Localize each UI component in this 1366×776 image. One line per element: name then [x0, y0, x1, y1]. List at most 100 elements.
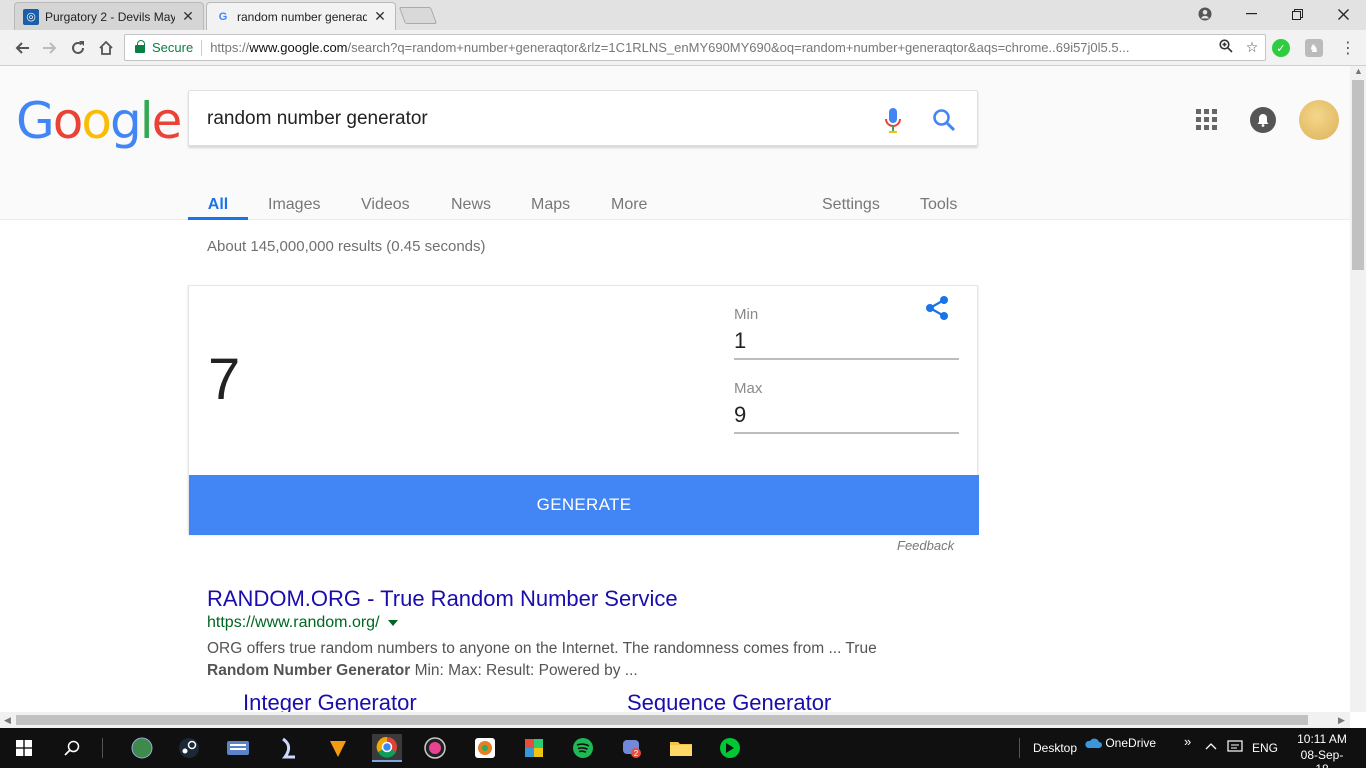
forward-button[interactable] — [36, 34, 64, 62]
new-tab-button[interactable] — [398, 7, 438, 24]
onedrive-tray[interactable]: OneDrive — [1084, 736, 1156, 750]
google-logo[interactable]: Google — [16, 92, 183, 150]
generate-button[interactable]: GENERATE — [189, 475, 979, 535]
google-favicon-icon: G — [218, 10, 228, 23]
random-number-generator-card: 7 Min 1 Max 9 GENERATE — [188, 285, 979, 535]
settings-link[interactable]: Settings — [822, 180, 880, 220]
keyboard-app-icon[interactable] — [224, 734, 252, 762]
url-text[interactable]: https://www.google.com/search?q=random+n… — [210, 40, 1213, 55]
show-hidden-icons[interactable] — [1205, 740, 1217, 754]
scroll-up-arrow-icon[interactable]: ▲ — [1354, 66, 1363, 76]
home-button[interactable] — [92, 34, 120, 62]
clock-date: 08-Sep-18 — [1300, 748, 1344, 776]
tab-maps[interactable]: Maps — [531, 180, 570, 220]
tab-title: random number generaq — [237, 9, 367, 24]
reload-button[interactable] — [64, 34, 92, 62]
tab-all[interactable]: All — [188, 180, 248, 220]
logo-letter: e — [151, 92, 183, 150]
feedback-link[interactable]: Feedback — [897, 538, 954, 553]
tab-close-icon[interactable]: ✕ — [373, 8, 387, 25]
tray-chevron-icon[interactable]: » — [1184, 734, 1191, 749]
apps-grid-icon[interactable] — [1196, 109, 1218, 131]
search-taskbar-icon[interactable] — [58, 734, 86, 762]
close-window-button[interactable] — [1320, 0, 1366, 28]
logo-letter: o — [52, 92, 84, 150]
result-title-link[interactable]: RANDOM.ORG - True Random Number Service — [207, 586, 678, 612]
tab-images[interactable]: Images — [268, 180, 320, 220]
search-icon[interactable] — [932, 108, 956, 132]
spotify-icon[interactable] — [569, 734, 597, 762]
vertical-scroll-thumb[interactable] — [1352, 80, 1364, 270]
discord-icon[interactable]: 2 — [618, 734, 646, 762]
back-button[interactable] — [8, 34, 36, 62]
share-icon[interactable] — [923, 294, 951, 322]
scroll-left-arrow-icon[interactable]: ◀ — [4, 715, 11, 726]
site-favicon-icon: ◎ — [23, 8, 39, 25]
paint-app-icon[interactable] — [471, 734, 499, 762]
horizontal-scrollbar[interactable]: ◀ ▶ — [0, 712, 1350, 728]
app-icon[interactable] — [274, 734, 302, 762]
vertical-scrollbar[interactable]: ▲ — [1350, 66, 1366, 712]
scroll-right-arrow-icon[interactable]: ▶ — [1338, 715, 1345, 726]
secure-label: Secure — [152, 40, 194, 55]
browser-toolbar: Secure https://www.google.com/search?q=r… — [0, 30, 1366, 66]
address-bar[interactable]: Secure https://www.google.com/search?q=r… — [124, 34, 1266, 61]
windows-start-icon[interactable] — [10, 734, 38, 762]
steam-icon[interactable] — [175, 734, 203, 762]
desktop-toolbar-label[interactable]: Desktop — [1033, 741, 1077, 755]
lock-icon — [135, 40, 145, 53]
discord-badge-count: 2 — [634, 749, 639, 758]
minimize-button[interactable] — [1228, 0, 1274, 28]
google-header: Google All Images Videos News Maps More … — [0, 66, 1350, 220]
search-input[interactable] — [207, 105, 847, 133]
account-avatar[interactable] — [1299, 100, 1339, 140]
tab-purgatory[interactable]: ◎ Purgatory 2 - Devils May ✕ — [14, 2, 204, 30]
search-box — [188, 90, 978, 146]
file-explorer-icon[interactable] — [667, 734, 695, 762]
min-label: Min — [734, 306, 759, 323]
omnibox-divider — [201, 39, 203, 56]
tools-link[interactable]: Tools — [920, 180, 957, 220]
tab-news[interactable]: News — [451, 180, 491, 220]
max-input[interactable]: 9 — [734, 400, 959, 434]
extension-check-icon[interactable]: ✓ — [1272, 39, 1290, 57]
clock[interactable]: 10:11 AM 08-Sep-18 — [1296, 732, 1348, 776]
result-options-caret-icon[interactable] — [387, 619, 398, 626]
logo-letter: G — [16, 92, 55, 150]
bookmark-star-icon[interactable]: ☆ — [1239, 39, 1265, 56]
tab-google-search[interactable]: G random number generaq ✕ — [206, 2, 396, 30]
clock-time: 10:11 AM — [1297, 732, 1347, 746]
chrome-taskbar-icon[interactable] — [372, 734, 402, 762]
onedrive-label: OneDrive — [1105, 736, 1157, 750]
taskbar-divider — [102, 738, 103, 758]
tab-more[interactable]: More — [611, 180, 647, 220]
result-snippet: ORG offers true random numbers to anyone… — [207, 640, 877, 679]
razer-icon[interactable] — [716, 734, 744, 762]
taskbar-divider — [1019, 738, 1020, 758]
windows-taskbar: 2 Desktop OneDrive » ENG 10:11 AM 08-Sep… — [0, 728, 1366, 776]
action-center-icon[interactable] — [1227, 740, 1243, 757]
tab-title: Purgatory 2 - Devils May — [45, 9, 175, 24]
max-label: Max — [734, 380, 763, 397]
onedrive-cloud-icon — [1085, 738, 1102, 749]
vlc-icon[interactable] — [324, 734, 352, 762]
color-app-icon[interactable] — [421, 734, 449, 762]
chrome-menu-icon[interactable]: ⋮ — [1334, 34, 1362, 62]
office-app-icon[interactable] — [520, 734, 548, 762]
tab-strip: ◎ Purgatory 2 - Devils May ✕ G random nu… — [0, 0, 1366, 30]
globe-app-icon[interactable] — [128, 734, 156, 762]
profile-icon[interactable] — [1182, 0, 1228, 28]
min-input[interactable]: 1 — [734, 326, 959, 360]
extension-icon[interactable]: ♞ — [1305, 39, 1323, 57]
language-indicator[interactable]: ENG — [1252, 741, 1278, 755]
tab-videos[interactable]: Videos — [361, 180, 410, 220]
result-url: https://www.random.org/ — [207, 614, 398, 632]
logo-letter: l — [139, 92, 154, 150]
notifications-bell-icon[interactable] — [1250, 107, 1276, 133]
restore-button[interactable] — [1274, 0, 1320, 28]
microphone-icon[interactable] — [883, 107, 903, 135]
zoom-icon[interactable] — [1213, 39, 1239, 56]
horizontal-scroll-thumb[interactable] — [16, 715, 1308, 725]
generated-number: 7 — [208, 347, 241, 412]
tab-close-icon[interactable]: ✕ — [181, 8, 195, 25]
